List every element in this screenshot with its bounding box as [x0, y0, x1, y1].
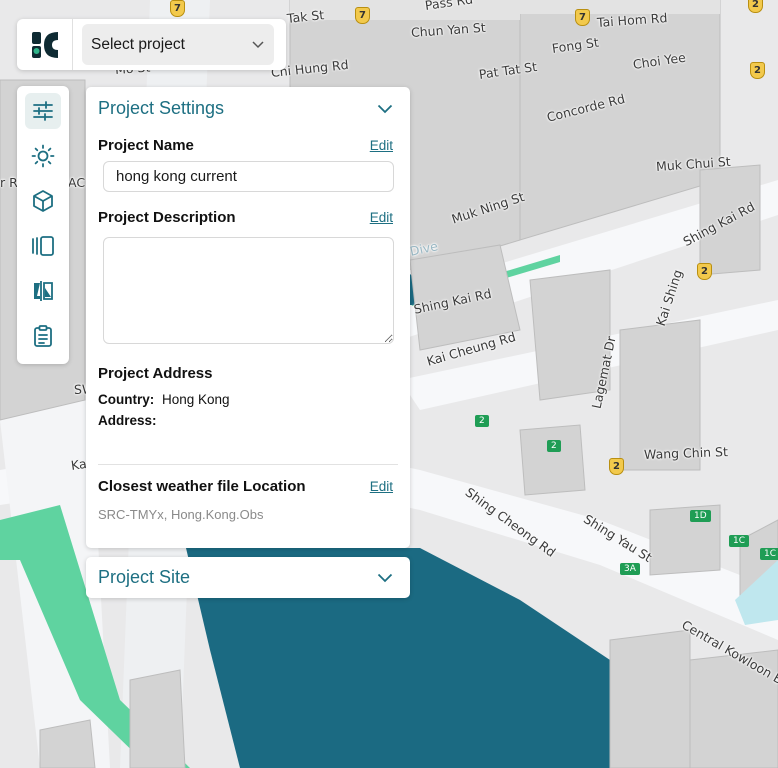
project-settings-header[interactable]: Project Settings: [86, 87, 410, 130]
weather-file-value: SRC-TMYx, Hong.Kong.Obs: [98, 507, 264, 522]
route-badge: 1C: [729, 535, 750, 547]
tool-sun[interactable]: [25, 138, 61, 174]
project-select-label: Select project: [91, 35, 185, 53]
edit-project-description-link[interactable]: Edit: [370, 210, 393, 225]
highway-shield: 2: [748, 0, 763, 13]
project-address-label: Project Address: [98, 365, 213, 382]
project-description-textarea[interactable]: [103, 237, 394, 344]
tool-clipboard[interactable]: [25, 318, 61, 354]
project-name-input[interactable]: [103, 161, 394, 192]
divider: [98, 464, 398, 465]
project-name-label: Project Name: [98, 137, 194, 154]
route-badge: 2: [547, 440, 561, 452]
chevron-down-icon[interactable]: [377, 104, 393, 114]
tool-project-settings[interactable]: [25, 93, 61, 129]
cube-icon: [33, 190, 53, 212]
tool-compare[interactable]: [25, 273, 61, 309]
street-label: AC: [68, 175, 86, 190]
address-line: Address:: [86, 413, 410, 430]
highway-shield: 7: [170, 0, 185, 17]
logo-icon: [31, 31, 58, 58]
project-address-row: Project Address: [86, 365, 410, 382]
highway-shield: 2: [697, 263, 712, 280]
edit-project-name-link[interactable]: Edit: [370, 138, 393, 153]
highway-shield: 2: [609, 458, 624, 475]
project-select[interactable]: Select project: [82, 24, 274, 65]
chevron-down-icon: [252, 40, 264, 48]
compare-icon: [34, 281, 53, 301]
project-description-row: Project Description Edit: [86, 209, 410, 226]
app-logo[interactable]: [17, 19, 73, 70]
route-badge: 1D: [690, 510, 711, 522]
weather-file-row: Closest weather file Location Edit: [86, 478, 410, 495]
street-label: Ka: [69, 455, 88, 473]
clipboard-icon: [34, 325, 52, 347]
project-site-panel[interactable]: Project Site: [86, 557, 410, 598]
panel-title: Project Site: [98, 567, 191, 587]
sun-icon: [31, 144, 55, 168]
project-settings-panel: Project Settings Project Name Edit Proje…: [86, 87, 410, 548]
project-name-row: Project Name Edit: [86, 137, 410, 154]
edit-weather-file-link[interactable]: Edit: [370, 479, 393, 494]
country-key: Country:: [98, 392, 155, 407]
country-line: Country: Hong Kong: [86, 392, 410, 407]
route-badge: 3A: [620, 563, 640, 575]
tool-cube[interactable]: [25, 183, 61, 219]
panel-title: Project Settings: [98, 98, 225, 118]
street-label: Wang Chin St: [643, 444, 729, 462]
address-key: Address:: [98, 413, 157, 428]
country-value: Hong Kong: [162, 392, 230, 407]
top-bar: Select project: [17, 19, 286, 70]
highway-shield: 7: [355, 7, 370, 24]
left-toolbar: [17, 86, 69, 364]
route-badge: 2: [475, 415, 489, 427]
carousel-icon: [32, 236, 54, 256]
highway-shield: 7: [575, 9, 590, 26]
chevron-down-icon[interactable]: [377, 573, 393, 583]
highway-shield: 2: [750, 62, 765, 79]
weather-file-label: Closest weather file Location: [98, 478, 306, 495]
route-badge: 1C: [760, 548, 778, 560]
settings-sliders-icon: [33, 101, 53, 121]
tool-carousel[interactable]: [25, 228, 61, 264]
project-description-label: Project Description: [98, 209, 236, 226]
